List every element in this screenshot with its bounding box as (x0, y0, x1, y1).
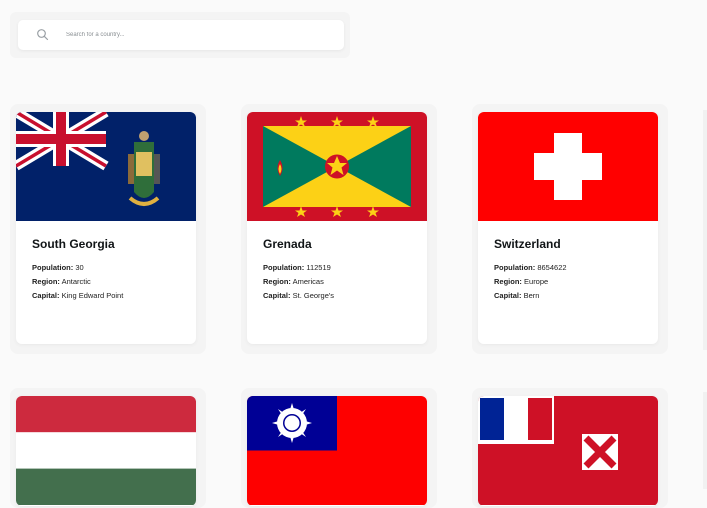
population-row: Population: 112519 (263, 263, 411, 272)
country-card-inner[interactable]: Switzerland Population: 8654622 Region: … (478, 112, 658, 344)
country-name: Switzerland (494, 237, 561, 251)
search-icon (36, 28, 50, 42)
country-card-inner[interactable] (478, 396, 658, 506)
capital-label: Capital: (263, 291, 291, 300)
population-label: Population: (32, 263, 74, 272)
region-row: Region: Americas (263, 277, 411, 286)
search-container (10, 12, 350, 58)
country-card-inner[interactable] (16, 396, 196, 506)
population-label: Population: (494, 263, 536, 272)
capital-label: Capital: (32, 291, 60, 300)
country-name: Grenada (263, 237, 312, 251)
partial-card-edge (703, 392, 707, 489)
country-card[interactable]: Grenada Population: 112519 Region: Ameri… (241, 104, 437, 354)
country-card-inner[interactable]: Grenada Population: 112519 Region: Ameri… (247, 112, 427, 344)
population-value: 30 (75, 263, 84, 272)
country-card[interactable]: Switzerland Population: 8654622 Region: … (472, 104, 668, 354)
region-value: Americas (292, 277, 324, 286)
country-card-inner[interactable]: South Georgia Population: 30 Region: Ant… (16, 112, 196, 344)
region-label: Region: (32, 277, 60, 286)
capital-value: Bern (523, 291, 540, 300)
region-row: Region: Antarctic (32, 277, 180, 286)
capital-row: Capital: St. George's (263, 291, 411, 300)
region-value: Antarctic (61, 277, 91, 286)
capital-row: Capital: Bern (494, 291, 642, 300)
partial-card-edge (703, 110, 707, 350)
flag-grenada (247, 112, 427, 221)
capital-row: Capital: King Edward Point (32, 291, 180, 300)
population-value: 112519 (306, 263, 331, 272)
search-box[interactable] (18, 20, 344, 50)
flag-switzerland (478, 112, 658, 221)
country-card-inner[interactable] (247, 396, 427, 506)
capital-value: St. George's (292, 291, 335, 300)
search-input[interactable] (64, 31, 328, 39)
country-name: South Georgia (32, 237, 115, 251)
region-label: Region: (494, 277, 522, 286)
region-label: Region: (263, 277, 291, 286)
country-card[interactable] (10, 388, 206, 508)
population-row: Population: 30 (32, 263, 180, 272)
country-card[interactable] (472, 388, 668, 508)
population-value: 8654622 (537, 263, 567, 272)
capital-label: Capital: (494, 291, 522, 300)
region-row: Region: Europe (494, 277, 642, 286)
flag-south-georgia (16, 112, 196, 221)
country-card[interactable] (241, 388, 437, 508)
country-card[interactable]: South Georgia Population: 30 Region: Ant… (10, 104, 206, 354)
population-label: Population: (263, 263, 305, 272)
capital-value: King Edward Point (61, 291, 124, 300)
population-row: Population: 8654622 (494, 263, 642, 272)
region-value: Europe (524, 277, 549, 286)
